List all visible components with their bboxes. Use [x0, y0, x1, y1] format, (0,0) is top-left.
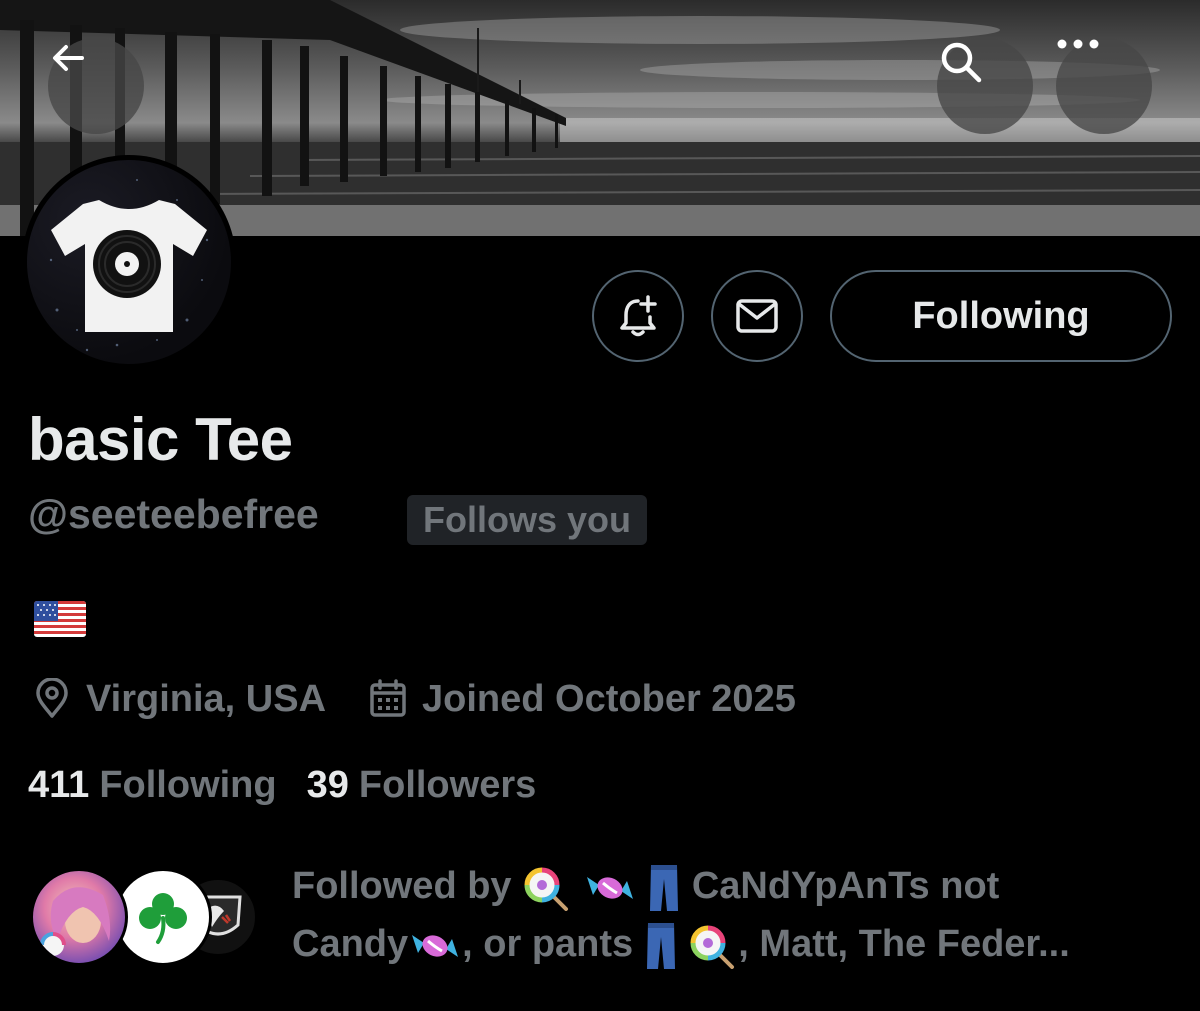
more-dots-icon [1057, 39, 1099, 49]
arrow-left-icon [53, 45, 84, 71]
shamrock-icon [139, 893, 187, 944]
follower-name-1a: CaNdYpAnTs not [691, 865, 1000, 907]
person-photo-icon [40, 887, 111, 956]
followers-label: Followers [358, 764, 537, 806]
follow-counts: 411 Following 39 Followers [28, 764, 536, 807]
candy-icon [586, 876, 633, 899]
follower-avatar-1[interactable] [30, 868, 128, 966]
jeans-icon [650, 864, 679, 911]
search-icon [941, 42, 982, 83]
jeans-icon [646, 922, 675, 969]
tshirt-record-icon [49, 179, 209, 352]
calendar-icon [370, 679, 406, 717]
location-pin-icon [36, 678, 68, 718]
avatar-image [27, 160, 231, 364]
bell-plus-icon [620, 295, 657, 337]
followers-link[interactable]: 39 Followers [307, 764, 537, 807]
lollipop-icon [524, 867, 569, 911]
search-button[interactable] [937, 38, 1033, 134]
follows-you-badge: Follows you [407, 495, 648, 545]
user-handle: @seeteebefree [28, 491, 319, 537]
envelope-icon [736, 299, 778, 333]
following-button[interactable]: Following [830, 270, 1172, 362]
message-button[interactable] [711, 270, 803, 362]
notifications-button[interactable] [592, 270, 684, 362]
display-name: basic Tee [28, 406, 293, 473]
following-count: 411 [28, 764, 90, 806]
following-link[interactable]: 411 Following [28, 764, 277, 807]
back-button[interactable] [48, 38, 144, 134]
profile-avatar[interactable] [22, 155, 236, 369]
location-text: Virginia, USA [86, 677, 327, 720]
followed-by-text[interactable]: Followed by CaNdYpAnTs not Candy , or pa… [292, 857, 1182, 973]
profile-meta: Virginia, USA Joined October 2025 [32, 676, 796, 722]
followed-by-prefix: Followed by [292, 865, 512, 907]
followers-count: 39 [306, 764, 349, 806]
follower-avatar-2[interactable] [114, 868, 212, 966]
follower-name-1c: , or pants [462, 923, 634, 965]
following-label: Following [99, 764, 277, 806]
candy-icon [412, 934, 459, 957]
location: Virginia, USA [32, 678, 326, 721]
follower-names-rest: , Matt, The Feder... [738, 923, 1070, 965]
more-options-button[interactable] [1056, 38, 1152, 134]
join-date-text: Joined October 2025 [422, 677, 796, 720]
lollipop-icon [690, 925, 735, 969]
follower-name-1b: Candy [292, 923, 409, 965]
join-date: Joined October 2025 [368, 678, 796, 721]
us-flag-emoji [34, 601, 86, 637]
